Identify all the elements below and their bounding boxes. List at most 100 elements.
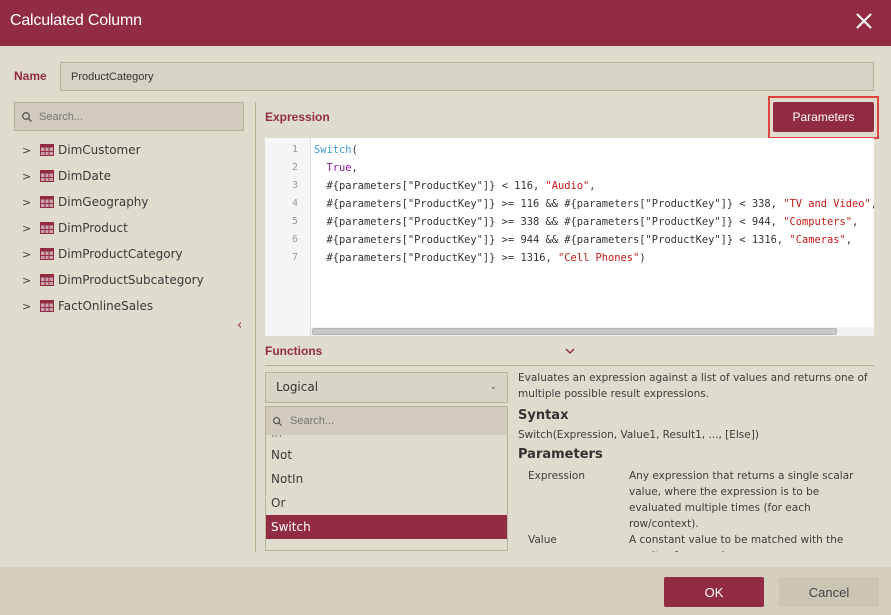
- code-token: ,: [852, 216, 859, 228]
- chevron-right-icon[interactable]: >: [22, 274, 36, 287]
- functions-divider: [265, 365, 874, 366]
- ok-button[interactable]: OK: [664, 577, 764, 607]
- function-search-input[interactable]: [290, 407, 500, 435]
- code-token: #{parameters["ProductKey"]} >= 338 && #{…: [314, 216, 784, 228]
- parameter-desc: A constant value to be matched with the …: [629, 534, 844, 552]
- tree-item[interactable]: > DimGeography: [22, 189, 204, 215]
- chevron-right-icon[interactable]: >: [22, 144, 36, 157]
- parameter-name: Expression: [528, 470, 585, 482]
- tree-item[interactable]: > FactOnlineSales: [22, 293, 204, 319]
- function-item[interactable]: Or: [266, 491, 507, 515]
- string-token: "Cameras": [789, 234, 846, 246]
- name-field[interactable]: [60, 62, 874, 91]
- code-line: #{parameters["ProductKey"]} >= 116 && #{…: [314, 195, 875, 213]
- code-token: ): [639, 252, 646, 264]
- table-icon: [40, 248, 54, 260]
- chevron-right-icon[interactable]: >: [22, 196, 36, 209]
- code-line: Switch(: [314, 141, 874, 159]
- code-line: #{parameters["ProductKey"]} < 116, "Audi…: [314, 177, 874, 195]
- parameter-row: Expression Any expression that returns a …: [528, 468, 874, 532]
- chevron-right-icon[interactable]: >: [22, 300, 36, 313]
- close-icon[interactable]: [855, 12, 873, 30]
- line-number: 7: [291, 252, 298, 263]
- name-row: Name: [0, 46, 891, 98]
- search-icon: [272, 416, 283, 427]
- tree-search[interactable]: [14, 102, 244, 131]
- code-area[interactable]: Switch( True, #{parameters["ProductKey"]…: [314, 141, 874, 267]
- parameter-name: Value: [528, 534, 557, 546]
- tree-item-label: DimGeography: [58, 195, 149, 209]
- tree-item[interactable]: > DimProductSubcategory: [22, 267, 204, 293]
- tree-item[interactable]: > DimProductCategory: [22, 241, 204, 267]
- tree-item[interactable]: > DimDate: [22, 163, 204, 189]
- chevron-down-icon[interactable]: [564, 346, 576, 356]
- keyword-token: Switch: [314, 144, 352, 156]
- function-list[interactable]: In Not NotIn Or Switch: [265, 406, 508, 551]
- line-number: 5: [291, 216, 298, 227]
- function-item[interactable]: NotIn: [266, 467, 507, 491]
- code-token: #{parameters["ProductKey"]} >= 1316,: [314, 252, 558, 264]
- cancel-button[interactable]: Cancel: [779, 577, 879, 607]
- keyword-token: True: [326, 162, 352, 174]
- horizontal-scrollbar[interactable]: [311, 327, 874, 336]
- code-token: #{parameters["ProductKey"]} < 116,: [314, 180, 546, 192]
- tree-item[interactable]: > DimProduct: [22, 215, 204, 241]
- dialog-footer: OK Cancel: [0, 567, 891, 615]
- fields-panel: > DimCustomer > DimDate > DimGeography > DimPro…: [0, 98, 255, 552]
- line-number: 2: [291, 162, 298, 173]
- line-number: 1: [291, 144, 298, 155]
- line-number-gutter: 1 2 3 4 5 6 7: [265, 138, 311, 336]
- tree-item-label: DimCustomer: [58, 143, 141, 157]
- code-token: ,: [845, 234, 853, 246]
- panel-divider[interactable]: [255, 102, 256, 552]
- table-icon: [40, 300, 54, 312]
- chevron-down-icon: ⌄: [489, 382, 497, 392]
- table-icon: [40, 144, 54, 156]
- string-token: "Audio": [545, 180, 590, 192]
- code-line: #{parameters["ProductKey"]} >= 1316, "Ce…: [314, 249, 874, 267]
- functions-label: Functions: [265, 344, 323, 358]
- code-line: True,: [314, 159, 874, 177]
- tree-item-label: DimProductSubcategory: [58, 273, 204, 287]
- parameters-button[interactable]: Parameters: [773, 102, 874, 132]
- tree-search-input[interactable]: [39, 103, 239, 130]
- code-token: ,: [589, 180, 596, 192]
- chevron-right-icon[interactable]: >: [22, 222, 36, 235]
- table-icon: [40, 274, 54, 286]
- table-tree: > DimCustomer > DimDate > DimGeography > DimPro…: [22, 137, 204, 319]
- function-summary: Evaluates an expression against a list o…: [518, 372, 868, 400]
- chevron-right-icon[interactable]: >: [22, 248, 36, 261]
- tree-item[interactable]: > DimCustomer: [22, 137, 204, 163]
- code-token: #{parameters["ProductKey"]} >= 116 && #{…: [314, 198, 784, 210]
- string-token: "TV and Video": [783, 198, 871, 210]
- line-number: 6: [291, 234, 298, 245]
- parameter-desc: Any expression that returns a single sca…: [629, 470, 854, 530]
- tree-item-label: DimProductCategory: [58, 247, 183, 261]
- collapse-panel-icon[interactable]: ‹: [237, 318, 242, 333]
- tree-item-label: DimProduct: [58, 221, 128, 235]
- parameters-heading: Parameters: [518, 447, 603, 462]
- function-search[interactable]: [266, 407, 507, 435]
- line-number: 4: [291, 198, 298, 209]
- scrollbar-thumb[interactable]: [312, 328, 837, 335]
- tree-item-label: FactOnlineSales: [58, 299, 154, 313]
- parameters-table: Expression Any expression that returns a …: [528, 468, 874, 552]
- code-token: ,: [871, 198, 874, 210]
- expression-editor[interactable]: 1 2 3 4 5 6 7 Switch( True, #{parameters["Prod…: [265, 138, 874, 336]
- function-item[interactable]: Switch: [266, 515, 507, 539]
- chevron-right-icon[interactable]: >: [22, 170, 36, 183]
- dialog-titlebar: Calculated Column: [0, 0, 891, 46]
- code-token: (: [351, 144, 358, 156]
- tree-item-label: DimDate: [58, 169, 111, 183]
- table-icon: [40, 196, 54, 208]
- function-item[interactable]: Not: [266, 443, 507, 467]
- syntax-text: Switch(Expression, Value1, Result1, ...,…: [518, 429, 759, 441]
- category-selected-value: Logical: [276, 380, 319, 394]
- dialog-title: Calculated Column: [10, 12, 142, 29]
- code-token: ,: [351, 162, 358, 174]
- table-icon: [40, 170, 54, 182]
- string-token: "Computers": [783, 216, 853, 228]
- function-category-select[interactable]: Logical ⌄: [265, 372, 508, 403]
- expression-label: Expression: [265, 110, 330, 124]
